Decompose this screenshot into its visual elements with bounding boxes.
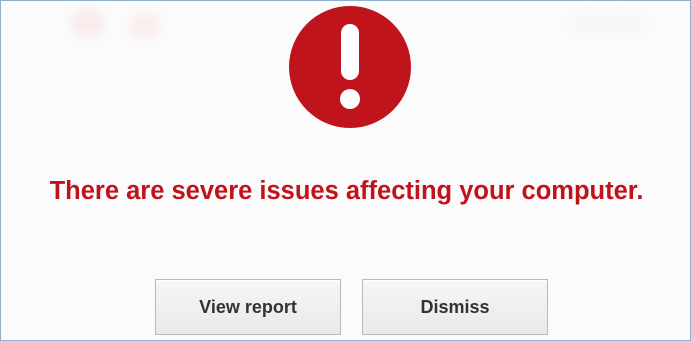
- alert-message: There are severe issues affecting your c…: [49, 177, 644, 205]
- dismiss-button[interactable]: Dismiss: [362, 279, 548, 335]
- view-report-button[interactable]: View report: [155, 279, 341, 335]
- alert-dialog: There are severe issues affecting your c…: [0, 0, 691, 341]
- background-blur-shape: [129, 13, 161, 39]
- background-blur-shape: [71, 9, 105, 37]
- exclamation-alert-icon: [287, 4, 413, 130]
- background-blur-shape: [561, 15, 651, 33]
